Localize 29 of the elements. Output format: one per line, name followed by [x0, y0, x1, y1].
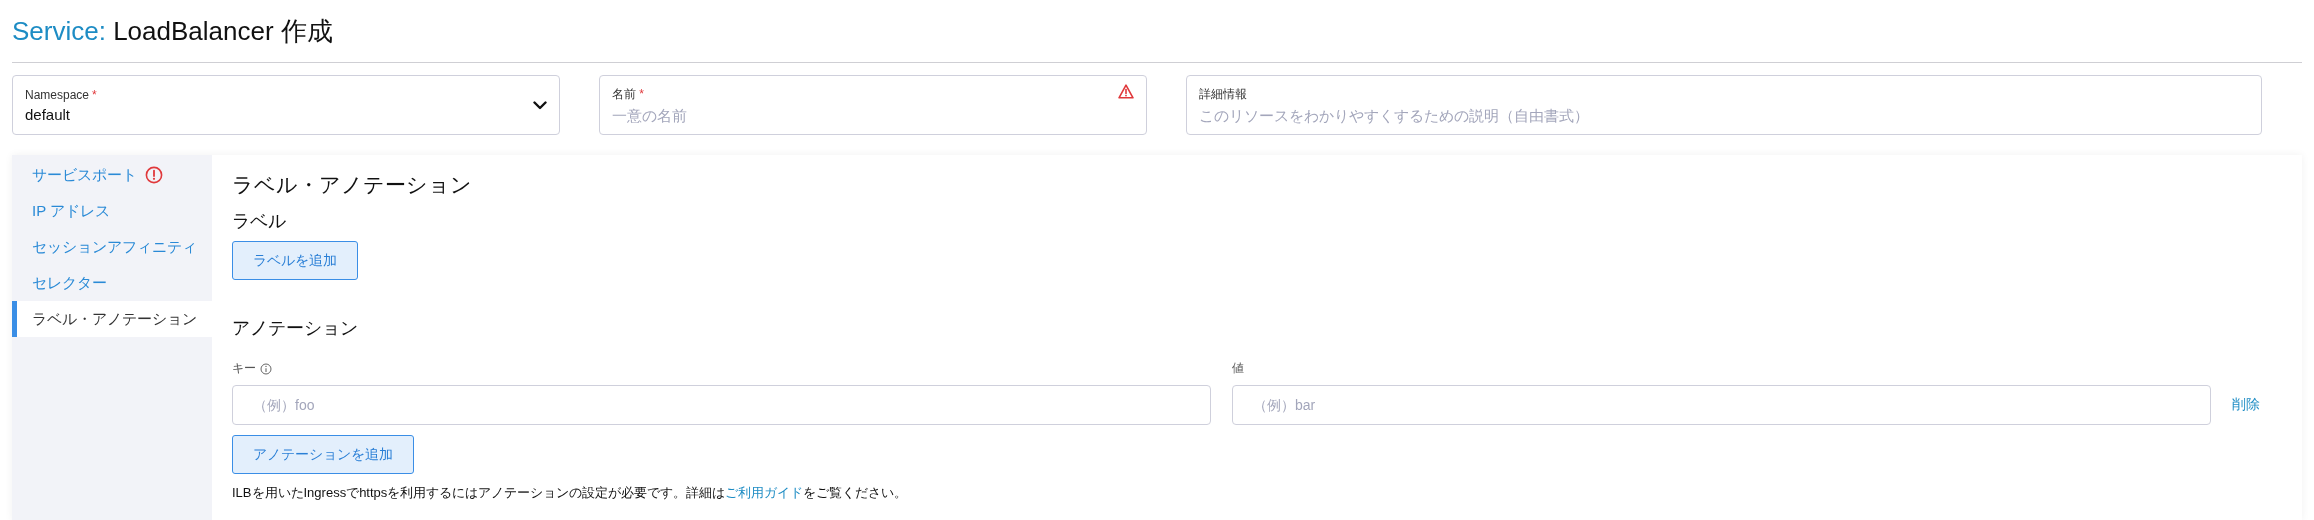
- field-label: 名前: [612, 87, 637, 101]
- select-value: default: [25, 105, 71, 123]
- labels-heading: ラベル: [232, 210, 287, 233]
- remove-link[interactable]: 削除: [2232, 396, 2282, 414]
- chevron-down-icon: [533, 100, 548, 110]
- field-label: 詳細情報: [1199, 87, 1248, 101]
- add-label-button[interactable]: ラベルを追加: [232, 241, 358, 280]
- add-annotation-button[interactable]: アノテーションを追加: [232, 435, 414, 474]
- input-field[interactable]: 名前 * 一意の名前: [599, 75, 1148, 135]
- annotations-heading: アノテーション: [232, 317, 359, 340]
- required-mark: *: [639, 87, 644, 101]
- sidebar-item[interactable]: サービスポート: [12, 157, 212, 193]
- guide-link[interactable]: ご利用ガイド: [725, 485, 804, 500]
- value-label: 値: [1232, 360, 1244, 377]
- page-title: Service: LoadBalancer 作成: [12, 14, 333, 48]
- section-heading: ラベル・アノテーション: [232, 172, 473, 198]
- field-label: Namespace: [25, 87, 90, 102]
- key-label: キー: [232, 360, 256, 377]
- required-mark: *: [92, 87, 97, 102]
- info-icon: [260, 362, 272, 375]
- note-text: ILBを用いたIngressでhttpsを利用するにはアノテーションの設定が必要です。詳細はご利用ガイド をご覧ください。: [232, 484, 909, 502]
- sidebar-item[interactable]: ラベル・アノテーション: [12, 301, 212, 337]
- namespace-select[interactable]: Namespace * default: [12, 75, 561, 135]
- value-input[interactable]: （例）bar: [1232, 385, 2211, 425]
- sidebar-item[interactable]: セレクター: [12, 265, 212, 301]
- key-input[interactable]: （例）foo: [232, 385, 1211, 425]
- sidebar-item[interactable]: IP アドレス: [12, 193, 212, 229]
- sidebar-item[interactable]: セッションアフィニティ: [12, 229, 212, 265]
- input-field[interactable]: 詳細情報 このリソースをわかりやすくするための説明（自由書式）: [1186, 75, 2262, 135]
